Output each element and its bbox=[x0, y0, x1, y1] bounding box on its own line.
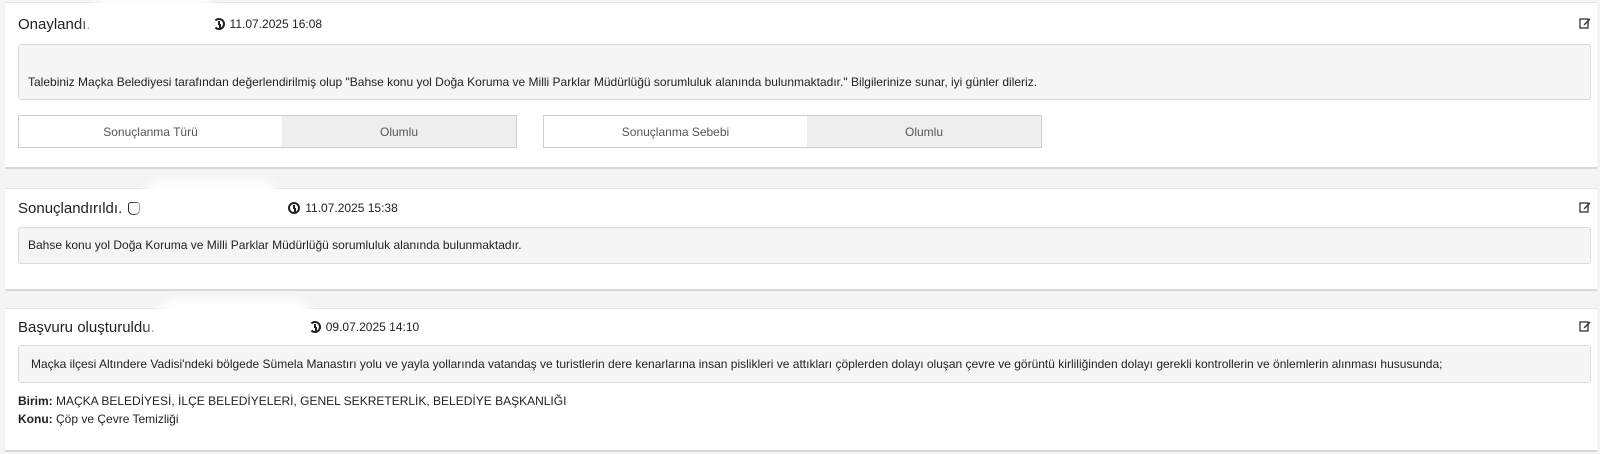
unit-line: Birim: MAÇKA BELEDİYESİ, İLÇE BELEDİYELE… bbox=[18, 394, 566, 408]
timeline-entry-concluded: Sonuçlandırıldı. 11.07.2025 15:38 Bahse … bbox=[5, 188, 1597, 291]
redacted-user bbox=[146, 188, 277, 228]
entry-date-text: 09.07.2025 14:10 bbox=[325, 320, 420, 334]
clock-icon bbox=[308, 321, 321, 333]
entry-date: 11.07.2025 16:08 bbox=[212, 17, 323, 31]
hand-icon bbox=[128, 201, 141, 215]
edit-icon[interactable] bbox=[1579, 17, 1591, 29]
result-reason-value: Olumlu bbox=[807, 116, 1041, 147]
entry-date-text: 11.07.2025 16:08 bbox=[229, 17, 323, 31]
subject-label: Konu: bbox=[18, 412, 53, 426]
entry-title: Onaylandı. bbox=[18, 15, 91, 33]
edit-icon[interactable] bbox=[1579, 320, 1591, 332]
redacted-user bbox=[94, 4, 213, 44]
subject-line: Konu: Çöp ve Çevre Temizliği bbox=[18, 412, 179, 426]
result-type-value: Olumlu bbox=[282, 116, 516, 147]
result-type-field: Sonuçlanma Türü Olumlu bbox=[18, 115, 517, 148]
entry-header: Başvuru oluşturuldu. 09.07.2025 14:10 bbox=[18, 307, 1591, 347]
subject-value: Çöp ve Çevre Temizliği bbox=[56, 412, 179, 426]
redacted-user bbox=[158, 307, 309, 347]
result-reason-label: Sonuçlanma Sebebi bbox=[544, 116, 807, 147]
result-type-label: Sonuçlanma Türü bbox=[19, 116, 282, 147]
entry-message: Maçka ilçesi Altındere Vadisi'ndeki bölg… bbox=[18, 345, 1591, 383]
timeline-entry-created: Başvuru oluşturuldu. 09.07.2025 14:10 Ma… bbox=[5, 307, 1597, 452]
clock-icon bbox=[288, 202, 301, 214]
entry-message: Bahse konu yol Doğa Koruma ve Milli Park… bbox=[18, 227, 1591, 264]
entry-header: Onaylandı. 11.07.2025 16:08 bbox=[18, 4, 1591, 44]
entry-date-text: 11.07.2025 15:38 bbox=[305, 201, 398, 215]
result-reason-field: Sonuçlanma Sebebi Olumlu bbox=[543, 115, 1042, 148]
entry-date: 11.07.2025 15:38 bbox=[288, 201, 398, 215]
unit-value: MAÇKA BELEDİYESİ, İLÇE BELEDİYELERİ, GEN… bbox=[56, 394, 567, 408]
edit-icon[interactable] bbox=[1579, 201, 1591, 213]
entry-title: Başvuru oluşturuldu. bbox=[18, 318, 155, 336]
timeline-entry-approved: Onaylandı. 11.07.2025 16:08 Talebiniz Ma… bbox=[5, 2, 1597, 169]
entry-title: Sonuçlandırıldı. bbox=[18, 199, 123, 217]
clock-icon bbox=[212, 18, 225, 30]
entry-message: Talebiniz Maçka Belediyesi tarafından de… bbox=[18, 44, 1591, 100]
entry-date: 09.07.2025 14:10 bbox=[308, 320, 420, 334]
unit-label: Birim: bbox=[18, 394, 53, 408]
entry-header: Sonuçlandırıldı. 11.07.2025 15:38 bbox=[18, 188, 1591, 228]
